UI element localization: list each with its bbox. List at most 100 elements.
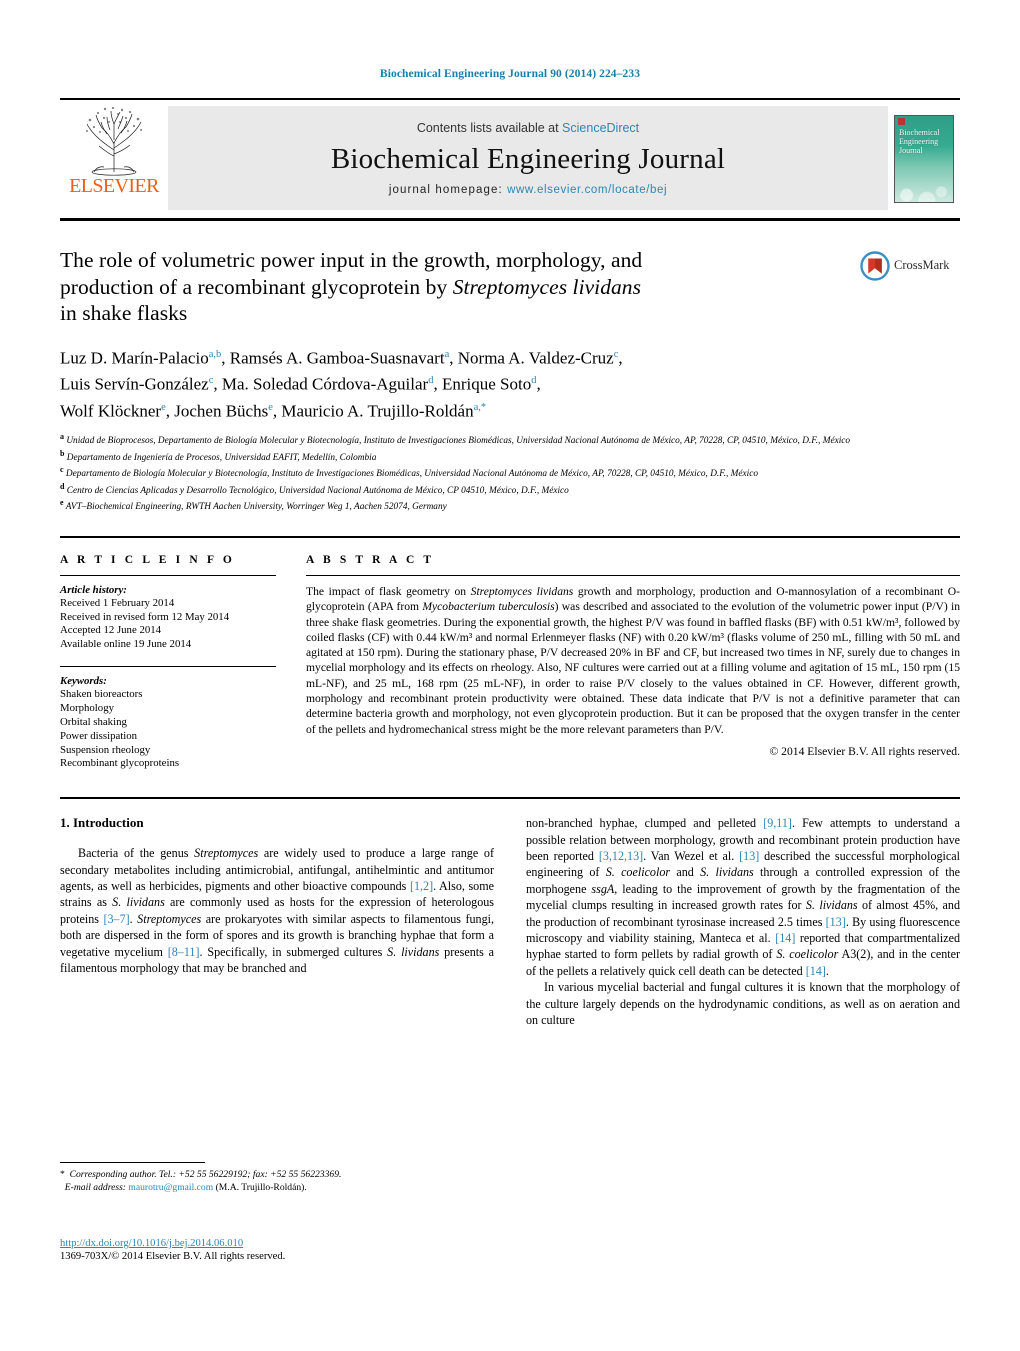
intro-paragraph-right-2: In various mycelial bacterial and fungal… — [526, 980, 960, 1027]
cover-image: Biochemical Engineering Journal — [894, 115, 954, 203]
citation-link[interactable]: [8–11] — [168, 945, 200, 959]
sciencedirect-link[interactable]: ScienceDirect — [562, 121, 639, 135]
keyword-item: Power dissipation — [60, 729, 138, 742]
abstract-seg: The impact of flask geometry on — [306, 584, 471, 598]
crossmark-icon — [860, 251, 890, 281]
affil-mark: a,* — [473, 401, 487, 413]
body-column-left: 1. Introduction Bacteria of the genus St… — [60, 815, 494, 1028]
keywords-label: Keywords: — [60, 675, 107, 688]
affil-mark: e — [268, 401, 273, 413]
keyword-item: Morphology — [60, 702, 114, 715]
affiliation-item: a Unidad de Bioprocesos, Departamento de… — [60, 431, 960, 448]
article-info-heading: A R T I C L E I N F O — [60, 553, 235, 566]
affiliation-item: b Departamento de Ingeniería de Procesos… — [60, 448, 960, 465]
doi-link[interactable]: http://dx.doi.org/10.1016/j.bej.2014.06.… — [60, 1238, 285, 1249]
citation-link[interactable]: [3–7] — [103, 912, 129, 926]
species-name: S. coelicolor — [776, 947, 839, 962]
species-name: S. lividans — [387, 944, 440, 959]
contents-available-line: Contents lists available at ScienceDirec… — [417, 121, 639, 135]
affil-mark: e — [161, 401, 166, 413]
divider — [60, 574, 276, 576]
citation-link[interactable]: [14] — [806, 964, 826, 978]
body-column-right: non-branched hyphae, clumped and pellete… — [526, 815, 960, 1028]
footnote-divider — [60, 1162, 205, 1163]
gene-name: ssgA — [591, 881, 615, 896]
journal-homepage-line: journal homepage: www.elsevier.com/locat… — [389, 184, 667, 196]
citation-link[interactable]: [9,11] — [763, 816, 792, 830]
author-list: Luz D. Marín-Palacioa,b, Ramsés A. Gambo… — [60, 343, 960, 423]
text-seg: and — [670, 865, 701, 880]
abstract-column: A B S T R A C T The impact of flask geom… — [306, 554, 960, 771]
history-online: Available online 19 June 2014 — [60, 637, 192, 650]
crossmark-badge[interactable]: CrossMark — [860, 247, 960, 327]
journal-title: Biochemical Engineering Journal — [330, 142, 726, 175]
title-block: The role of volumetric power input in th… — [60, 247, 960, 327]
elsevier-tree-icon — [86, 106, 142, 176]
citation-link[interactable]: [13] — [739, 849, 759, 863]
info-abstract-section: A R T I C L E I N F O Article history: R… — [60, 535, 960, 771]
species-name: S. lividans — [700, 865, 754, 880]
affiliation-text: Centro de Ciencias Aplicadas y Desarroll… — [66, 486, 569, 497]
crossmark-label: CrossMark — [894, 258, 950, 272]
journal-cover-thumbnail: Biochemical Engineering Journal — [888, 100, 960, 218]
title-column: The role of volumetric power input in th… — [60, 247, 860, 327]
affil-mark: b — [60, 448, 65, 458]
cover-cells-art — [895, 168, 953, 202]
journal-band: Contents lists available at ScienceDirec… — [168, 106, 888, 210]
elsevier-logo: ELSEVIER — [60, 100, 168, 218]
abstract-heading: A B S T R A C T — [306, 553, 435, 566]
keyword-item: Recombinant glycoproteins — [60, 757, 180, 770]
cover-title-text: Biochemical Engineering Journal — [899, 128, 940, 155]
affil-mark: c — [208, 375, 214, 387]
affiliation-item: e AVT–Biochemical Engineering, RWTH Aach… — [60, 497, 960, 514]
abstract-species-1: Streptomyces lividans — [470, 584, 574, 598]
text-seg: . Specifically, in submerged cultures — [199, 944, 388, 959]
affil-mark: a — [444, 348, 450, 360]
footnote-star: * — [60, 1169, 65, 1180]
citation-link[interactable]: [1,2] — [410, 879, 433, 893]
doi-block: http://dx.doi.org/10.1016/j.bej.2014.06.… — [60, 1238, 285, 1262]
genus-name: Streptomyces — [194, 846, 259, 861]
history-revised: Received in revised form 12 May 2014 — [60, 610, 230, 623]
affiliation-text: Departamento de Biología Molecular y Bio… — [65, 469, 759, 480]
affil-mark: c — [613, 348, 619, 360]
affiliation-item: c Departamento de Biología Molecular y B… — [60, 464, 960, 481]
abstract-text: The impact of flask geometry on Streptom… — [306, 584, 960, 737]
abstract-copyright: © 2014 Elsevier B.V. All rights reserved… — [769, 744, 960, 758]
affiliation-list: a Unidad de Bioprocesos, Departamento de… — [60, 431, 960, 514]
divider — [306, 574, 960, 576]
affil-mark: a,b — [208, 348, 222, 360]
species-name: S. lividans — [805, 898, 858, 913]
email-owner: (M.A. Trujillo-Roldán). — [215, 1181, 307, 1193]
history-received: Received 1 February 2014 — [60, 596, 175, 609]
corresponding-author-line: * Corresponding author. Tel.: +52 55 562… — [60, 1169, 490, 1182]
keyword-item: Suspension rheology — [60, 743, 151, 756]
email-line: E-mail address: maurotru@gmail.com (M.A.… — [60, 1182, 490, 1195]
intro-paragraph-right-continued: non-branched hyphae, clumped and pellete… — [526, 815, 960, 979]
affil-mark: e — [60, 498, 64, 508]
keyword-item: Shaken bioreactors — [60, 688, 143, 701]
affil-mark: a — [60, 432, 64, 442]
citation-link[interactable]: [13] — [826, 915, 846, 929]
affiliation-text: AVT–Biochemical Engineering, RWTH Aachen… — [65, 502, 447, 513]
abstract-species-2: Mycobacterium tuberculosis — [422, 600, 555, 614]
author-line-3: Wolf Klöcknere, Jochen Büchse, Mauricio … — [60, 401, 487, 421]
author-line-2: Luis Servín-Gonzálezc, Ma. Soledad Córdo… — [60, 374, 541, 394]
title-line-2-prefix: production of a recombinant glycoprotein… — [60, 274, 453, 299]
title-line-1: The role of volumetric power input in th… — [60, 248, 643, 272]
abstract-seg: ) was described and associated to the ev… — [306, 600, 960, 736]
cover-corner-mark — [898, 118, 905, 125]
citation-link[interactable]: [3,12,13] — [599, 849, 643, 863]
email-link[interactable]: maurotru@gmail.com — [128, 1182, 213, 1193]
author-line-1: Luz D. Marín-Palacioa,b, Ramsés A. Gambo… — [60, 348, 623, 368]
text-seg: non-branched hyphae, clumped and pellete… — [526, 816, 764, 831]
citation-link[interactable]: [14] — [775, 931, 795, 945]
homepage-url-link[interactable]: www.elsevier.com/locate/bej — [507, 184, 667, 196]
corresponding-author-footnote: * Corresponding author. Tel.: +52 55 562… — [60, 1162, 490, 1194]
affil-mark: d — [531, 375, 537, 387]
article-info-column: A R T I C L E I N F O Article history: R… — [60, 554, 306, 771]
history-accepted: Accepted 12 June 2014 — [60, 624, 162, 637]
divider — [60, 666, 276, 668]
genus-name: Streptomyces — [137, 911, 202, 926]
